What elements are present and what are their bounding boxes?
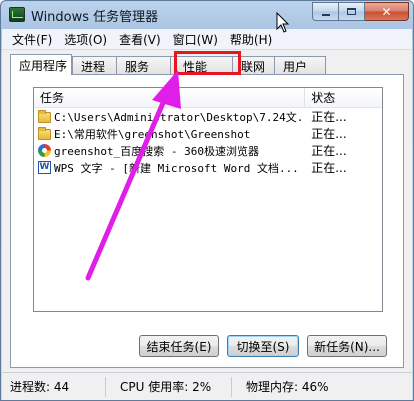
task-name: WPS 文字 - [新建 Microsoft Word 文档... xyxy=(54,161,299,175)
status-cpu-usage: CPU 使用率: 2% xyxy=(106,376,232,397)
tab-processes[interactable]: 进程 xyxy=(72,56,116,75)
maximize-button[interactable] xyxy=(339,2,365,21)
menu-file[interactable]: 文件(F) xyxy=(6,31,58,48)
status-physical-memory: 物理内存: 46% xyxy=(246,379,329,394)
client-area: 应用程序 进程 服务 性能 联网 用户 任务 状态 C:\Users\Admin… xyxy=(2,50,412,372)
table-row[interactable]: E:\常用软件\greenshot\Greenshot 正在... xyxy=(34,125,382,142)
close-icon: ✕ xyxy=(381,4,392,19)
caption-buttons: ✕ xyxy=(312,2,409,21)
minimize-button[interactable] xyxy=(312,2,339,21)
task-status: 正在... xyxy=(311,144,347,158)
task-cell: W WPS 文字 - [新建 Microsoft Word 文档... xyxy=(34,160,305,176)
task-manager-app-icon xyxy=(9,7,25,22)
task-status: 正在... xyxy=(311,127,347,141)
tab-networking[interactable]: 联网 xyxy=(232,56,274,75)
tab-applications[interactable]: 应用程序 xyxy=(10,54,72,75)
table-row[interactable]: greenshot_百度搜索 - 360极速浏览器 正在... xyxy=(34,142,382,159)
task-list[interactable]: 任务 状态 C:\Users\Administrator\Desktop\7.2… xyxy=(33,87,383,312)
action-buttons: 结束任务(E) 切换至(S) 新任务(N)... xyxy=(139,335,387,357)
minimize-icon xyxy=(321,13,330,16)
column-header-status[interactable]: 状态 xyxy=(305,88,382,107)
end-task-button[interactable]: 结束任务(E) xyxy=(139,335,219,357)
tab-users[interactable]: 用户 xyxy=(274,56,326,75)
task-status: 正在... xyxy=(311,110,347,124)
folder-icon xyxy=(38,110,51,123)
tab-performance[interactable]: 性能 xyxy=(170,56,232,75)
applications-panel: 任务 状态 C:\Users\Administrator\Desktop\7.2… xyxy=(10,74,404,368)
menu-bar: 文件(F) 选项(O) 查看(V) 窗口(W) 帮助(H) xyxy=(2,29,412,50)
task-cell: C:\Users\Administrator\Desktop\7.24文... xyxy=(34,109,305,125)
title-bar[interactable]: Windows 任务管理器 ✕ xyxy=(1,1,413,29)
task-list-header: 任务 状态 xyxy=(34,88,382,108)
table-row[interactable]: C:\Users\Administrator\Desktop\7.24文... … xyxy=(34,108,382,125)
task-cell: greenshot_百度搜索 - 360极速浏览器 xyxy=(34,143,305,159)
wps-icon: W xyxy=(38,161,51,174)
column-header-task[interactable]: 任务 xyxy=(34,88,306,107)
tab-services[interactable]: 服务 xyxy=(116,56,170,75)
switch-to-button[interactable]: 切换至(S) xyxy=(227,335,299,357)
menu-window[interactable]: 窗口(W) xyxy=(167,31,224,48)
task-name: C:\Users\Administrator\Desktop\7.24文... xyxy=(54,110,306,124)
task-name: greenshot_百度搜索 - 360极速浏览器 xyxy=(54,144,259,158)
folder-icon xyxy=(38,127,51,140)
task-cell: E:\常用软件\greenshot\Greenshot xyxy=(34,126,305,142)
task-manager-window: Windows 任务管理器 ✕ 文件(F) 选项(O) 查看(V) 窗口(W) … xyxy=(0,0,414,401)
close-button[interactable]: ✕ xyxy=(365,2,409,21)
browser-360-icon xyxy=(38,144,51,157)
menu-help[interactable]: 帮助(H) xyxy=(224,31,278,48)
status-process-count: 进程数: 44 xyxy=(2,376,106,397)
table-row[interactable]: W WPS 文字 - [新建 Microsoft Word 文档... 正在..… xyxy=(34,159,382,176)
maximize-icon xyxy=(347,8,356,15)
status-bar: 进程数: 44 CPU 使用率: 2% 物理内存: 46% xyxy=(2,372,412,400)
task-name: E:\常用软件\greenshot\Greenshot xyxy=(54,127,251,141)
task-status: 正在... xyxy=(311,161,347,175)
menu-options[interactable]: 选项(O) xyxy=(58,31,113,48)
menu-view[interactable]: 查看(V) xyxy=(113,31,167,48)
new-task-button[interactable]: 新任务(N)... xyxy=(307,335,387,357)
tab-strip: 应用程序 进程 服务 性能 联网 用户 xyxy=(10,54,326,75)
window-title: Windows 任务管理器 xyxy=(31,10,159,25)
